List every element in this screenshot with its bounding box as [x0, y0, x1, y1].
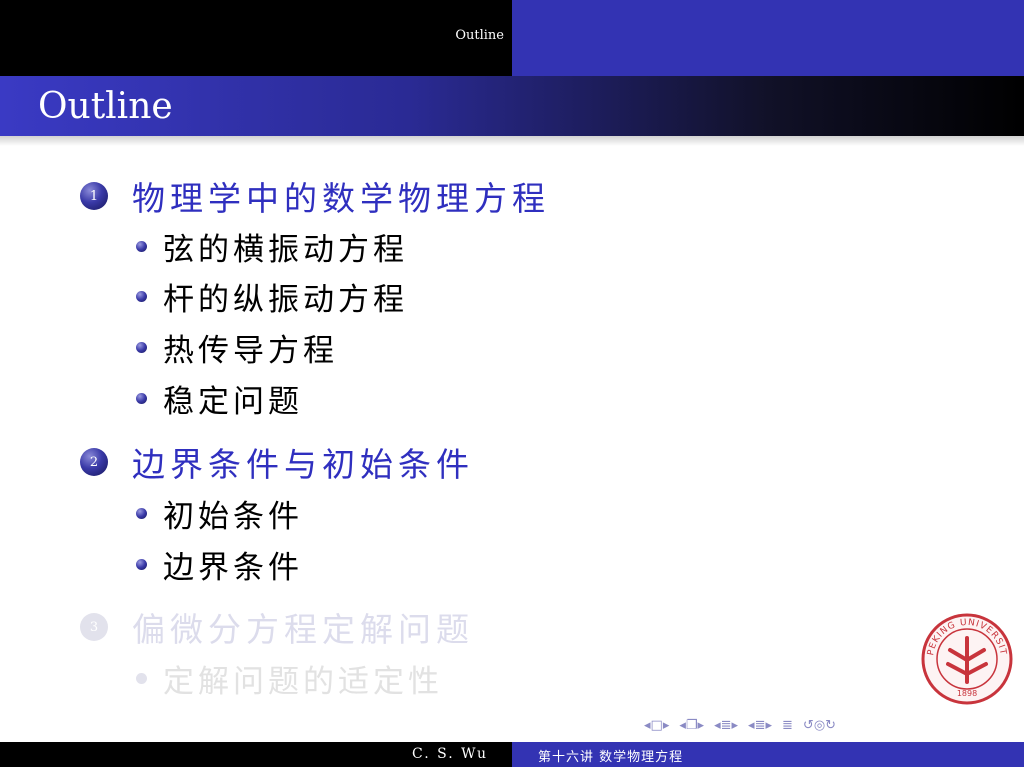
subsection-label: 稳定问题 [163, 383, 303, 420]
toc-subsection[interactable]: 弦的横振动方程 [136, 224, 408, 268]
bullet-icon [136, 558, 147, 570]
subsubsection-icon: ≣ [754, 717, 766, 733]
section-number-badge: 2 [80, 448, 108, 476]
footer-left-bar: C. S. Wu [0, 742, 512, 767]
section-label: 边界条件与初始条件 [132, 445, 474, 484]
bullet-icon [136, 240, 147, 252]
header-section-title: Outline [455, 28, 504, 43]
toc-icon[interactable]: ≣ [782, 718, 793, 733]
toc-section-1[interactable]: 1 物理学中的数学物理方程 [80, 174, 550, 218]
toc-subsection[interactable]: 初始条件 [136, 491, 303, 535]
toc-subsection[interactable]: 边界条件 [136, 542, 303, 586]
footer-lecture-title: 第十六讲 数学物理方程 [538, 750, 684, 765]
svg-text:1898: 1898 [957, 689, 977, 698]
bullet-icon [136, 392, 147, 404]
footer-author: C. S. Wu [412, 746, 488, 762]
section-label: 偏微分方程定解问题 [132, 610, 474, 649]
subsection-label: 杆的纵振动方程 [163, 281, 408, 318]
title-shadow [0, 136, 1024, 146]
header-right-bar [512, 0, 1024, 76]
bullet-icon [136, 507, 147, 519]
section-number-badge: 1 [80, 182, 108, 210]
peking-university-seal-logo: PEKING UNIVERSITY 1898 [920, 612, 1013, 705]
subsection-icon: ❐ [685, 717, 698, 733]
section-nav[interactable]: ◂≣▸ [714, 718, 738, 733]
bullet-icon [136, 341, 147, 353]
navigation-symbols: ◂□▸ ◂❐▸ ◂≣▸ ◂≣▸ ≣ ↺◎↻ [644, 716, 836, 734]
section-number-badge: 3 [80, 613, 108, 641]
subsubsection-nav[interactable]: ◂≣▸ [748, 718, 772, 733]
subsection-label: 边界条件 [163, 549, 303, 586]
search-icon[interactable]: ↺◎↻ [803, 718, 836, 733]
bullet-icon [136, 672, 147, 684]
footer-right-bar: 第十六讲 数学物理方程 [512, 742, 1024, 767]
toc-subsection[interactable]: 定解问题的适定性 [136, 656, 443, 700]
header-left-bar: Outline [0, 0, 512, 76]
section-label: 物理学中的数学物理方程 [132, 179, 550, 218]
section-icon: ≣ [720, 717, 732, 733]
toc-subsection[interactable]: 稳定问题 [136, 376, 303, 420]
frame-icon: □ [650, 717, 663, 733]
subsection-nav[interactable]: ◂❐▸ [679, 718, 704, 733]
subsection-label: 定解问题的适定性 [163, 663, 443, 700]
toc-section-2[interactable]: 2 边界条件与初始条件 [80, 440, 474, 484]
toc-section-3[interactable]: 3 偏微分方程定解问题 [80, 605, 474, 649]
subsection-label: 热传导方程 [163, 332, 338, 369]
toc-subsection[interactable]: 杆的纵振动方程 [136, 274, 408, 318]
frame-title: Outline [38, 86, 173, 127]
bullet-icon [136, 290, 147, 302]
frame-nav[interactable]: ◂□▸ [644, 718, 669, 733]
frame-title-bar: Outline [0, 76, 1024, 136]
subsection-label: 初始条件 [163, 498, 303, 535]
subsection-label: 弦的横振动方程 [163, 231, 408, 268]
toc-subsection[interactable]: 热传导方程 [136, 325, 338, 369]
